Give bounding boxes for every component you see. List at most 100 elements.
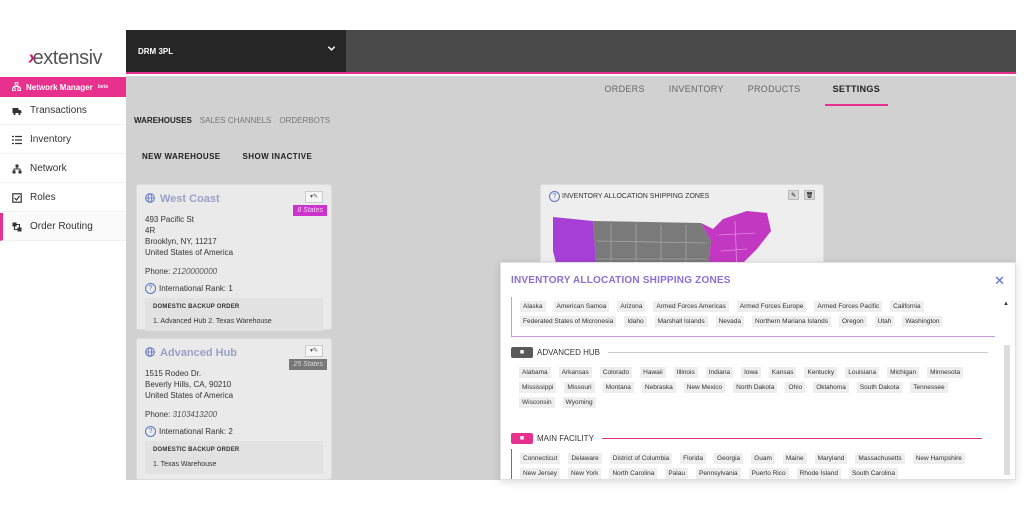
help-icon[interactable]: ? xyxy=(145,283,156,294)
edit-icon: ▾✎ xyxy=(309,193,319,200)
state-chip: South Carolina xyxy=(848,468,898,479)
main-facility-header: ■ MAIN FACILITY xyxy=(511,433,982,444)
backup-order-label: DOMESTIC BACKUP ORDER xyxy=(153,447,240,453)
warehouse-card[interactable]: West Coast ▾✎ 8 States 493 Pacific St 4R… xyxy=(136,184,332,331)
state-chip: Georgia xyxy=(714,453,744,464)
phone-label: Phone: xyxy=(145,410,171,419)
state-chip: Nebraska xyxy=(641,382,676,393)
delete-map-button[interactable]: 🗑 xyxy=(804,190,815,200)
state-chip: Mississippi xyxy=(519,382,557,393)
sidebar-item-label: Inventory xyxy=(30,134,72,145)
modal-title: INVENTORY ALLOCATION SHIPPING ZONES xyxy=(511,275,731,286)
sidebar-item-label: Network xyxy=(30,163,67,174)
network-manager-label: Network Manager xyxy=(26,82,93,92)
modal-scrollbar[interactable]: ▲ xyxy=(1003,301,1011,479)
state-chip: North Carolina xyxy=(609,468,658,479)
main-facility-label: MAIN FACILITY xyxy=(537,434,594,443)
app-window: › extensiv Network Manager beta Transact… xyxy=(0,0,1024,512)
truck-icon xyxy=(12,106,22,116)
international-rank: International Rank: 1 xyxy=(159,284,233,293)
subtab-orderbots[interactable]: ORDERBOTS xyxy=(279,116,330,125)
state-chip: Connecticut xyxy=(520,453,561,464)
warehouse-icon: ■ xyxy=(511,347,533,358)
close-icon[interactable]: ✕ xyxy=(994,273,1005,289)
sidebar-item-order-routing[interactable]: Order Routing xyxy=(0,213,126,241)
network-manager-header[interactable]: Network Manager beta xyxy=(0,77,126,97)
state-chip: Delaware xyxy=(568,453,602,464)
edit-map-button[interactable]: ✎ xyxy=(788,190,799,200)
subtab-warehouses[interactable]: WAREHOUSES xyxy=(134,116,192,125)
state-chip: Wisconsin xyxy=(519,397,555,408)
state-chip: Alaska xyxy=(520,301,546,312)
state-chip: Illinois xyxy=(673,367,698,378)
rank-row: ? International Rank: 2 xyxy=(145,426,323,437)
backup-order-value: 1. Advanced Hub 2. Texas Warehouse xyxy=(153,318,272,325)
warehouse-name: Advanced Hub xyxy=(160,347,238,359)
state-chip: Arkansas xyxy=(558,367,592,378)
warehouse-name: West Coast xyxy=(160,193,220,205)
state-chip: Armed Forces Pacific xyxy=(814,301,883,312)
state-chip: North Dakota xyxy=(733,382,778,393)
logo-text: extensiv xyxy=(32,47,103,69)
zone-group-west: Alaska American Samoa Arizona Armed Forc… xyxy=(511,297,995,337)
state-chip: Palau xyxy=(665,468,688,479)
state-chip: Colorado xyxy=(599,367,633,378)
state-chip: Michigan xyxy=(887,367,920,378)
tab-orders[interactable]: ORDERS xyxy=(604,84,644,106)
backup-order: DOMESTIC BACKUP ORDER 1. Texas Warehouse xyxy=(145,441,323,474)
advanced-hub-label: ADVANCED HUB xyxy=(537,348,600,357)
state-chip: Utah xyxy=(874,316,895,327)
state-chip: Oregon xyxy=(838,316,867,327)
trash-icon: 🗑 xyxy=(805,192,814,199)
help-icon[interactable]: ? xyxy=(549,191,560,202)
sidebar-item-roles[interactable]: Roles xyxy=(0,184,126,212)
main-facility-states: Connecticut Delaware District of Columbi… xyxy=(511,449,995,479)
routing-icon xyxy=(12,222,22,232)
list-icon xyxy=(12,135,22,145)
state-chip: Idaho xyxy=(624,316,647,327)
sidebar-item-network[interactable]: Network xyxy=(0,155,126,183)
warehouse-menu-button[interactable]: ▾✎ xyxy=(305,345,323,357)
show-inactive-button[interactable]: SHOW INACTIVE xyxy=(243,152,313,161)
beta-badge: beta xyxy=(97,84,108,90)
state-chip: Rhode Island xyxy=(796,468,841,479)
help-icon[interactable]: ? xyxy=(145,426,156,437)
phone-row: Phone: 2120000000 xyxy=(145,266,323,277)
scroll-up-icon[interactable]: ▲ xyxy=(1003,301,1009,307)
checkbox-icon xyxy=(12,192,22,203)
state-list: Connecticut Delaware District of Columbi… xyxy=(520,453,987,479)
state-chip: Guam xyxy=(751,453,775,464)
state-chip: Wyoming xyxy=(562,397,596,408)
state-chip: Kentucky xyxy=(804,367,838,378)
sidebar-item-label: Roles xyxy=(30,192,56,203)
divider xyxy=(601,438,982,439)
state-chip: Alabama xyxy=(519,367,551,378)
tab-inventory[interactable]: INVENTORY xyxy=(669,84,724,106)
sidebar-item-transactions[interactable]: Transactions xyxy=(0,97,126,125)
state-chip: Armed Forces Europe xyxy=(736,301,807,312)
state-chip: Nevada xyxy=(715,316,744,327)
shipping-zones-card[interactable]: ? INVENTORY ALLOCATION SHIPPING ZONES ✎ … xyxy=(540,184,824,275)
state-chip: Oklahoma xyxy=(813,382,849,393)
shipping-zones-card-title: ? INVENTORY ALLOCATION SHIPPING ZONES xyxy=(549,191,709,202)
shipping-zones-modal[interactable]: INVENTORY ALLOCATION SHIPPING ZONES ✕ ▲ … xyxy=(500,262,1016,480)
warehouse-menu-button[interactable]: ▾✎ xyxy=(305,191,323,203)
state-list: Alabama Arkansas Colorado Hawaii Illinoi… xyxy=(519,367,987,408)
extensiv-logo[interactable]: › extensiv xyxy=(28,40,103,69)
states-badge: 25 States xyxy=(289,359,327,370)
state-chip: Massachusetts xyxy=(855,453,905,464)
globe-icon xyxy=(145,347,155,360)
phone-number: 2120000000 xyxy=(172,267,218,276)
tab-settings[interactable]: SETTINGS xyxy=(824,84,888,106)
sidebar-item-inventory[interactable]: Inventory xyxy=(0,126,126,154)
address-country: United States of America xyxy=(145,248,234,257)
subtab-sales-channels[interactable]: SALES CHANNELS xyxy=(200,116,272,125)
warehouse-card[interactable]: Advanced Hub ▾✎ 25 States 1515 Rodeo Dr.… xyxy=(136,338,332,480)
advanced-hub-header: ■ ADVANCED HUB xyxy=(511,347,988,358)
state-chip: Iowa xyxy=(741,367,761,378)
account-selector[interactable]: DRM 3PL xyxy=(126,30,346,72)
scrollbar-thumb[interactable] xyxy=(1004,345,1010,475)
tab-products[interactable]: PRODUCTS xyxy=(748,84,801,106)
advanced-hub-states: Alabama Arkansas Colorado Hawaii Illinoi… xyxy=(511,363,995,412)
new-warehouse-button[interactable]: NEW WAREHOUSE xyxy=(142,152,221,161)
